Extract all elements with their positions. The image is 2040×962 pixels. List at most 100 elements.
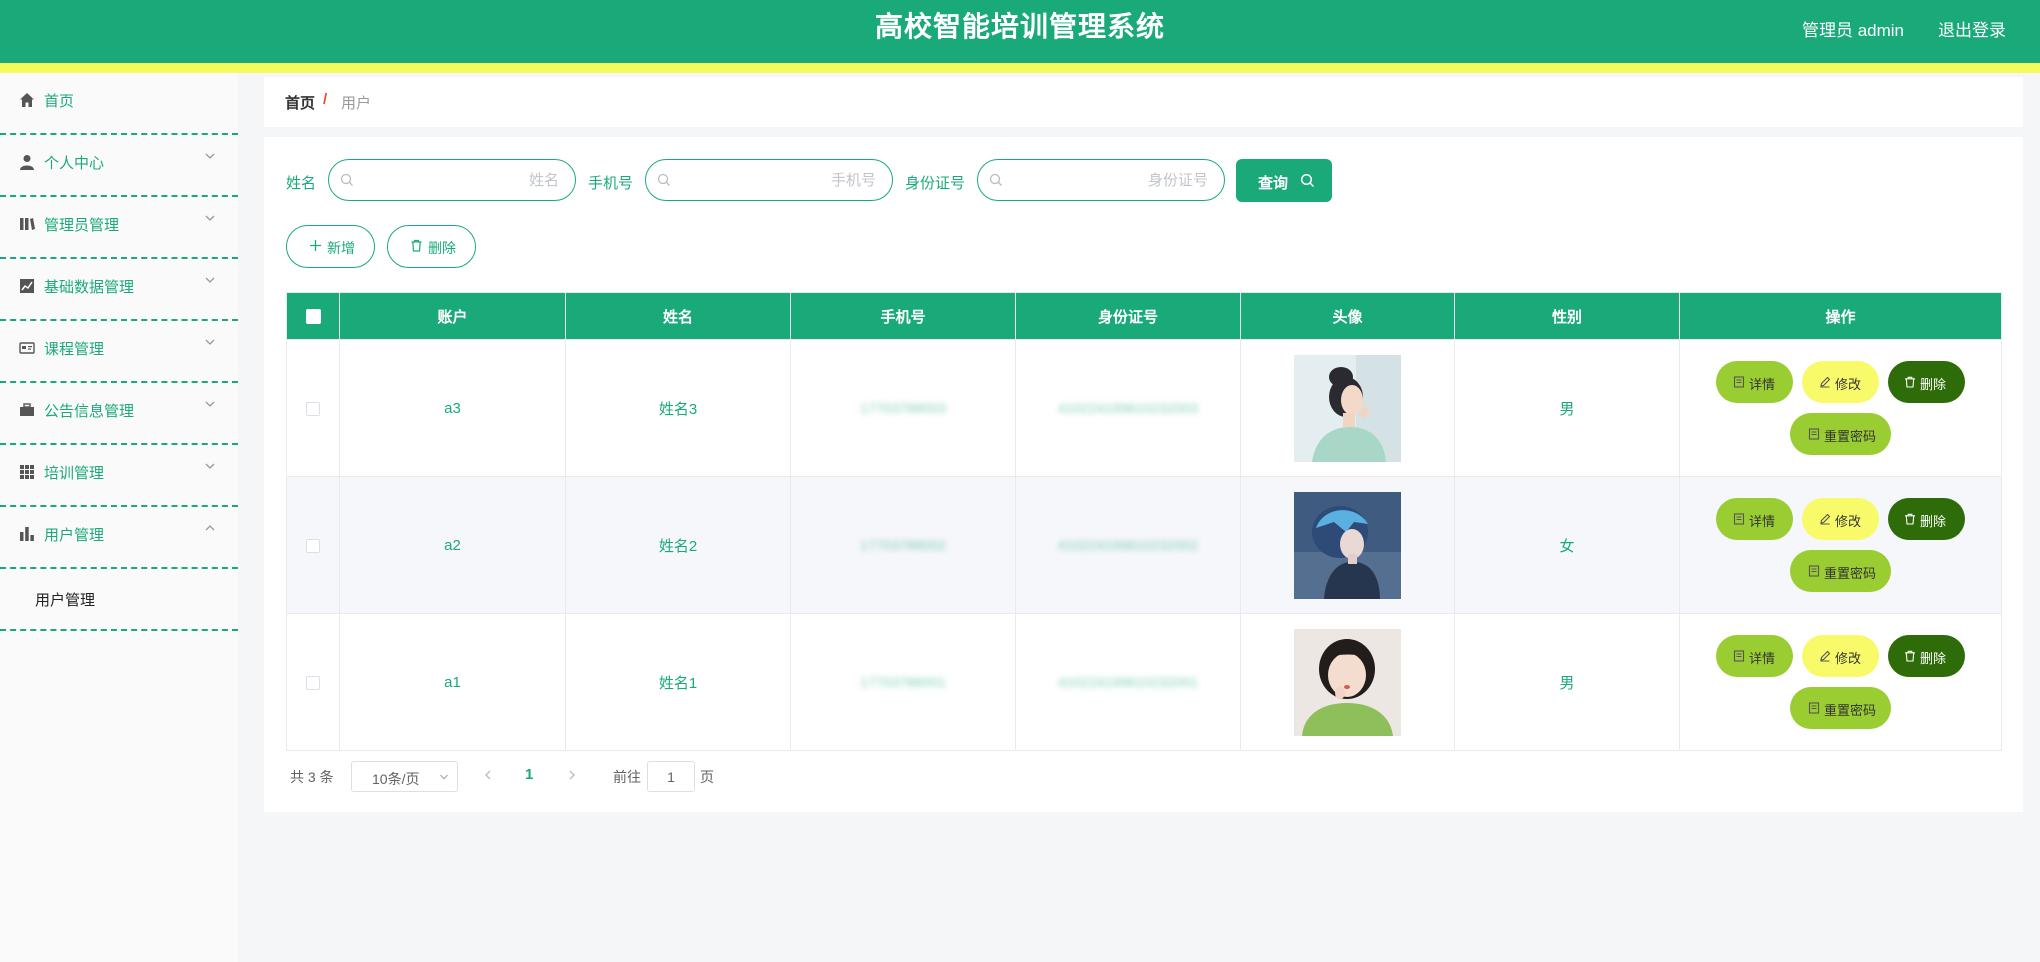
- document-icon: [1808, 428, 1820, 440]
- name-search-input[interactable]: [359, 168, 559, 192]
- phone-value: 17703788001: [860, 673, 946, 690]
- select-all-cell: [286, 292, 340, 340]
- page-number[interactable]: 1: [525, 766, 533, 783]
- table-row: a2 姓名2 17703788002 410224199610232002 女 …: [286, 476, 2002, 614]
- idcard-cell: 410224199610232003: [1015, 339, 1241, 477]
- sidebar-item-user-mgmt[interactable]: 用户管理: [0, 507, 238, 569]
- detail-button-label: 详情: [1749, 651, 1776, 666]
- delete-button[interactable]: 删除: [1888, 498, 1965, 540]
- sidebar-subitem-label: 用户管理: [35, 592, 96, 609]
- page-size-select[interactable]: 10条/页: [351, 761, 458, 792]
- sidebar-item-label: 课程管理: [44, 341, 105, 358]
- avatar-cell: [1240, 476, 1455, 614]
- reset-password-button-label: 重置密码: [1824, 703, 1877, 718]
- delete-button-label: 删除: [1920, 514, 1947, 529]
- breadcrumb-home[interactable]: 首页: [285, 92, 315, 113]
- sidebar-item-notice[interactable]: 公告信息管理: [0, 383, 238, 445]
- query-button[interactable]: 查询: [1236, 159, 1332, 202]
- goto-page-input[interactable]: [647, 761, 695, 792]
- chevron-down-icon: [205, 153, 215, 159]
- column-header: 性别: [1454, 292, 1680, 340]
- chevron-down-icon: [440, 774, 448, 780]
- current-user: 管理员 admin: [1801, 21, 1904, 40]
- row-checkbox[interactable]: [306, 538, 320, 553]
- trash-icon: [1905, 650, 1915, 662]
- delete-button[interactable]: 删除: [1888, 361, 1965, 403]
- batch-delete-button-label: 删除: [428, 240, 456, 256]
- chevron-down-icon: [205, 401, 215, 407]
- sidebar-item-personal[interactable]: 个人中心: [0, 135, 238, 197]
- column-header: 头像: [1240, 292, 1455, 340]
- pencil-icon: [1820, 376, 1831, 388]
- grid-icon: [20, 465, 34, 479]
- document-icon: [1733, 376, 1745, 388]
- add-button-label: 新增: [327, 240, 355, 256]
- sidebar-item-basic-data[interactable]: 基础数据管理: [0, 259, 238, 321]
- bar-chart-icon: [20, 527, 34, 541]
- chevron-up-icon: [205, 525, 215, 531]
- sidebar-item-admin[interactable]: 管理员管理: [0, 197, 238, 259]
- edit-button[interactable]: 修改: [1802, 498, 1879, 540]
- row-checkbox[interactable]: [306, 401, 320, 416]
- batch-delete-button[interactable]: 删除: [387, 225, 476, 268]
- idcard-label: 身份证号: [905, 175, 966, 192]
- search-icon: [989, 173, 1002, 186]
- select-all-checkbox[interactable]: [305, 309, 321, 325]
- detail-button[interactable]: 详情: [1716, 361, 1793, 403]
- search-icon: [1300, 173, 1315, 188]
- edit-button[interactable]: 修改: [1802, 361, 1879, 403]
- sidebar-subitem-user-mgmt[interactable]: 用户管理: [0, 569, 238, 631]
- user-table: 账户 姓名 手机号 身份证号 头像 性别 操作 a3 姓名3 177037880…: [286, 292, 2002, 751]
- sidebar-item-home[interactable]: 首页: [0, 73, 238, 135]
- prev-page-icon[interactable]: [482, 769, 494, 781]
- phone-search-input[interactable]: [676, 168, 876, 192]
- avatar[interactable]: [1294, 491, 1401, 599]
- idcard-value: 410224199610232003: [1057, 399, 1199, 416]
- edit-button-label: 修改: [1835, 651, 1862, 666]
- avatar[interactable]: [1294, 628, 1401, 736]
- document-icon: [1808, 565, 1820, 577]
- search-icon: [657, 173, 670, 186]
- sidebar: 首页 个人中心 管理员管理 基础数据管理 课程管理 公告信息管理 培训管理 用户…: [0, 73, 238, 962]
- avatar[interactable]: [1294, 354, 1401, 462]
- delete-button[interactable]: 删除: [1888, 635, 1965, 677]
- idcard-cell: 410224199610232002: [1015, 476, 1241, 614]
- detail-button-label: 详情: [1749, 377, 1776, 392]
- idcard-cell: 410224199610232001: [1015, 613, 1241, 751]
- column-header: 操作: [1679, 292, 2002, 340]
- operations-cell: 详情 修改 删除 重置密码: [1679, 339, 2002, 477]
- document-icon: [1733, 650, 1745, 662]
- sidebar-item-label: 首页: [44, 93, 75, 110]
- edit-button[interactable]: 修改: [1802, 635, 1879, 677]
- chevron-down-icon: [205, 463, 215, 469]
- sidebar-item-course[interactable]: 课程管理: [0, 321, 238, 383]
- trash-icon: [411, 239, 422, 252]
- sidebar-item-label: 个人中心: [44, 155, 105, 172]
- edit-button-label: 修改: [1835, 377, 1862, 392]
- phone-search-box: [645, 159, 893, 201]
- edit-button-label: 修改: [1835, 514, 1862, 529]
- sidebar-item-training[interactable]: 培训管理: [0, 445, 238, 507]
- phone-cell: 17703788001: [790, 613, 1016, 751]
- breadcrumb-separator: /: [323, 91, 328, 108]
- logout-link[interactable]: 退出登录: [1938, 16, 2006, 41]
- name-cell: 姓名2: [565, 476, 791, 614]
- detail-button[interactable]: 详情: [1716, 635, 1793, 677]
- operations-cell: 详情 修改 删除 重置密码: [1679, 476, 2002, 614]
- pencil-icon: [1820, 650, 1831, 662]
- add-button[interactable]: 新增: [286, 225, 375, 268]
- page-size-value: 10条/页: [372, 771, 420, 787]
- reset-password-button-label: 重置密码: [1824, 429, 1877, 444]
- idcard-search-input[interactable]: [1008, 168, 1208, 192]
- card-icon: [19, 342, 35, 354]
- detail-button[interactable]: 详情: [1716, 498, 1793, 540]
- account-cell: a1: [339, 613, 566, 751]
- sidebar-item-label: 用户管理: [44, 527, 105, 544]
- reset-password-button[interactable]: 重置密码: [1790, 413, 1891, 455]
- book-icon: [20, 218, 35, 230]
- reset-password-button[interactable]: 重置密码: [1790, 687, 1891, 729]
- next-page-icon[interactable]: [566, 769, 578, 781]
- sidebar-item-label: 管理员管理: [44, 217, 120, 234]
- reset-password-button[interactable]: 重置密码: [1790, 550, 1891, 592]
- row-checkbox[interactable]: [306, 675, 320, 690]
